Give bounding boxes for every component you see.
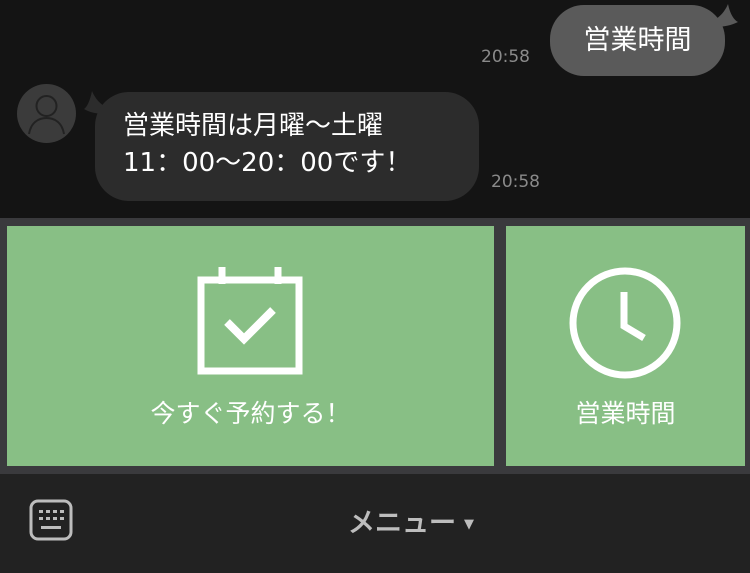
menu-toggle-label: メニュー	[348, 508, 456, 539]
business-hours-button[interactable]: 営業時間	[506, 226, 745, 466]
incoming-message-bubble: 営業時間は月曜〜土曜 11：00〜20：00です！	[95, 92, 479, 201]
outgoing-message-text: 営業時間	[583, 25, 692, 56]
rich-menu: 今すぐ予約する！ 営業時間	[0, 218, 750, 474]
calendar-check-icon	[197, 267, 303, 375]
incoming-message-time: 20:58	[491, 172, 540, 192]
reserve-now-label: 今すぐ予約する！	[150, 399, 351, 428]
chat-area: 営業時間 20:58 営業時間は月曜〜土曜 11：00〜20：00です！ 20:…	[0, 0, 750, 218]
incoming-message-text: 営業時間は月曜〜土曜 11：00〜20：00です！	[123, 111, 412, 178]
avatar[interactable]	[17, 84, 76, 143]
reserve-now-button[interactable]: 今すぐ予約する！	[7, 226, 494, 466]
business-hours-label: 営業時間	[575, 399, 676, 428]
outgoing-message-time: 20:58	[481, 47, 530, 67]
keyboard-icon[interactable]	[29, 499, 73, 541]
menu-toggle-button[interactable]: メニュー ▼	[348, 504, 474, 544]
outgoing-message-bubble: 営業時間	[550, 5, 725, 76]
bottom-bar: メニュー ▼	[0, 474, 750, 573]
clock-icon	[569, 267, 681, 379]
person-icon	[28, 95, 65, 135]
triangle-down-icon: ▼	[464, 517, 474, 532]
